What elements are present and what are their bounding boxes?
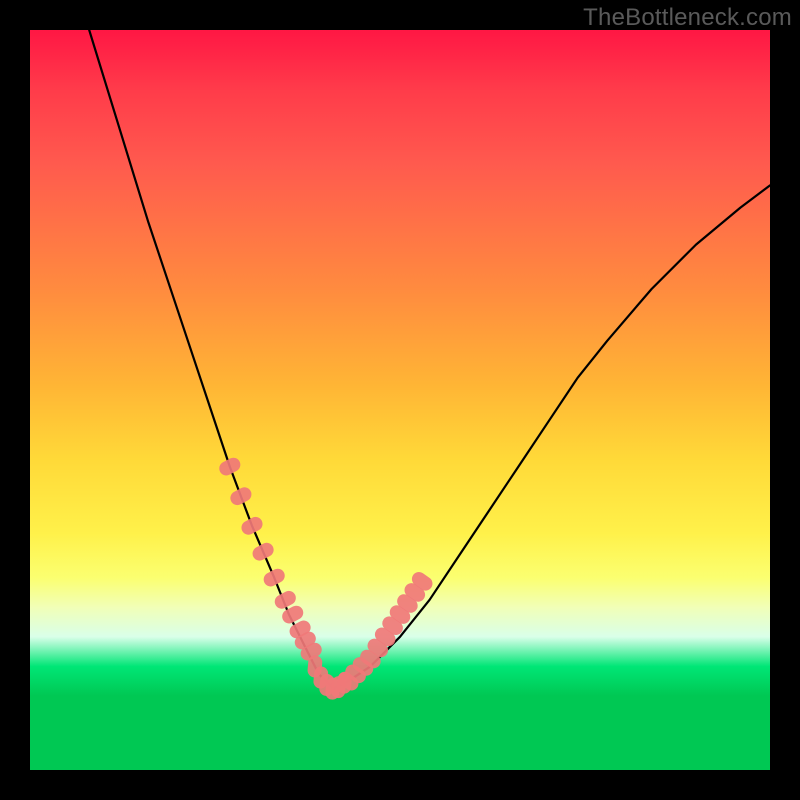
bottleneck-curve — [89, 30, 770, 689]
bottleneck-curve-path — [89, 30, 770, 689]
curve-marker — [337, 671, 353, 694]
curve-marker — [261, 566, 287, 589]
curve-marker — [250, 540, 276, 563]
curve-marker — [228, 485, 254, 508]
watermark-text: TheBottleneck.com — [583, 4, 792, 32]
curve-marker — [217, 455, 243, 478]
chart-frame — [30, 30, 770, 770]
highlight-markers — [217, 455, 435, 700]
chart-svg — [30, 30, 770, 770]
curve-marker — [239, 514, 265, 537]
